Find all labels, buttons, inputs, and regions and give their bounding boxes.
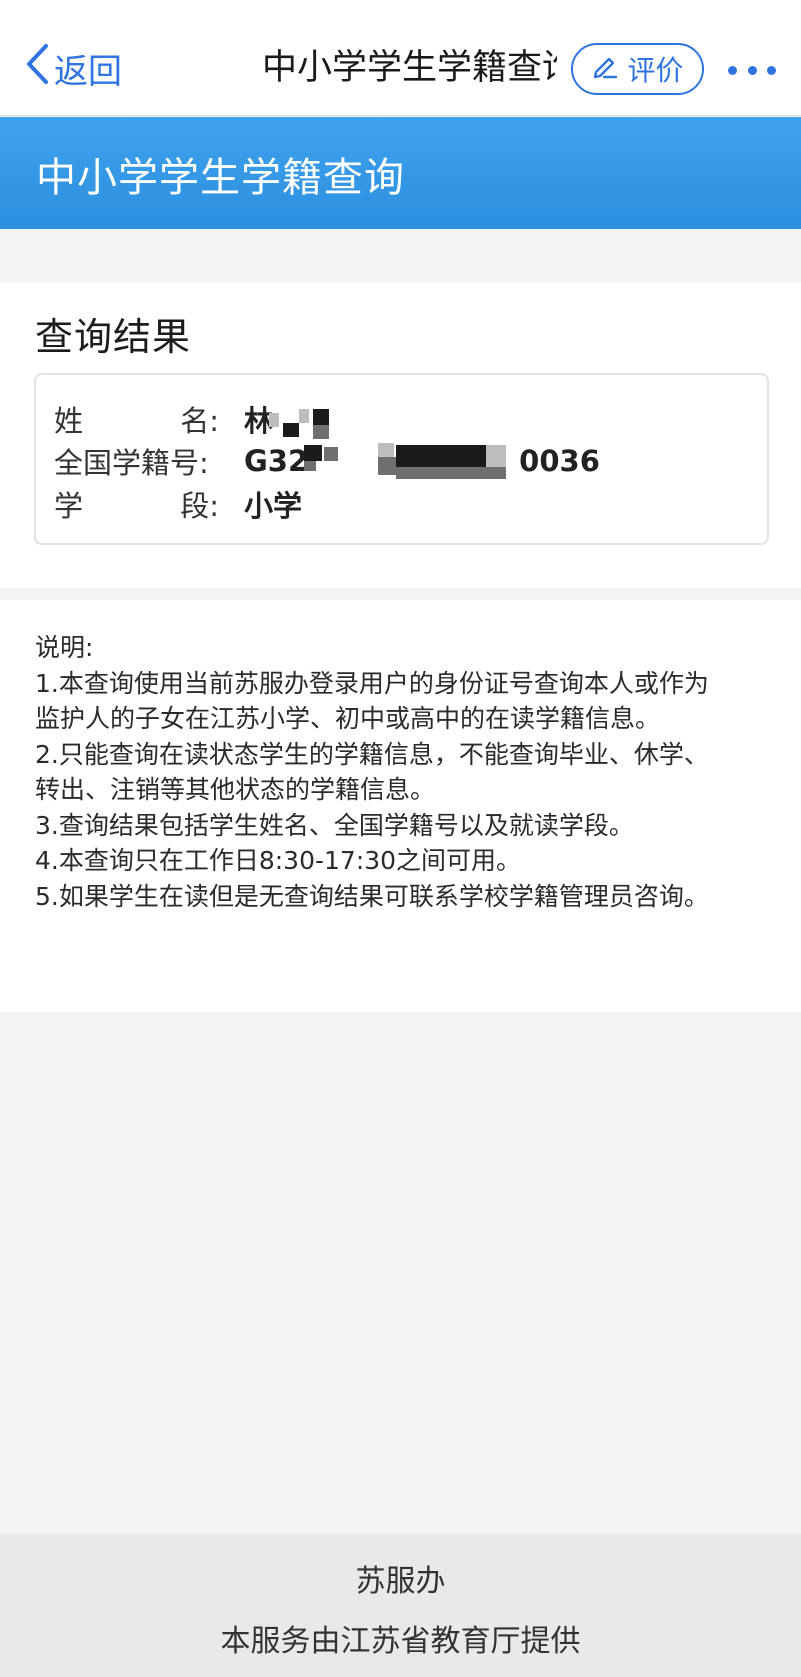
result-heading: 查询结果 <box>35 315 192 359</box>
footer-brand: 苏服办 <box>355 1564 446 1599</box>
back-button[interactable]: 返回 <box>24 40 122 96</box>
description-title: 说明: <box>35 633 94 662</box>
field-row-stage: 学 段: 小学 <box>54 482 302 526</box>
description-line: 5.如果学生在读但是无查询结果可联系学校学籍管理员咨询。 <box>35 881 709 911</box>
field-label-name: 姓 名: <box>54 404 219 438</box>
field-value-name: 林 <box>244 398 330 440</box>
nav-title: 中小学学生学籍查询 <box>262 48 557 88</box>
result-card: 姓 名: 林 全国学籍号: G32 0036 学 段: 小学 <box>34 373 769 545</box>
description-panel: 说明: 1.本查询使用当前苏服办登录用户的身份证号查询本人或作为 监护人的子女在… <box>0 600 801 1012</box>
more-dot-icon <box>728 65 737 75</box>
description-line: 4.本查询只在工作日8:30-17:30之间可用。 <box>35 846 522 875</box>
description-line: 监护人的子女在江苏小学、初中或高中的在读学籍信息。 <box>35 704 661 733</box>
field-label-stage: 学 段: <box>54 489 219 523</box>
top-nav-bar: 返回 中小学学生学籍查询 评价 <box>0 0 801 116</box>
footer: 苏服办 本服务由江苏省教育厅提供 <box>0 1534 801 1677</box>
footer-provider: 本服务由江苏省教育厅提供 <box>220 1624 581 1659</box>
more-dot-icon <box>767 65 776 75</box>
more-button[interactable] <box>728 50 776 90</box>
field-label-student-id: 全国学籍号: <box>54 446 209 480</box>
student-id-visible-start: G32 <box>244 444 309 478</box>
page-title: 中小学学生学籍查询 <box>36 155 405 201</box>
field-value-student-id: G32 0036 <box>244 443 600 479</box>
field-value-stage: 小学 <box>244 489 303 523</box>
more-dot-icon <box>747 65 757 75</box>
description-line: 2.只能查询在读状态学生的学籍信息，不能查询毕业、休学、 <box>35 739 709 769</box>
description-line: 1.本查询使用当前苏服办登录用户的身份证号查询本人或作为 <box>35 668 709 698</box>
result-panel: 查询结果 姓 名: 林 全国学籍号: G32 0036 学 段: 小学 <box>0 283 801 588</box>
description-line: 转出、注销等其他状态的学籍信息。 <box>35 775 436 804</box>
chevron-left-icon <box>24 43 50 94</box>
redaction-mosaic <box>304 443 519 479</box>
description-line: 3.查询结果包括学生姓名、全国学籍号以及就读学段。 <box>35 810 634 840</box>
rate-button[interactable]: 评价 <box>571 43 704 95</box>
edit-icon <box>591 52 619 87</box>
redaction-mosaic <box>269 407 330 439</box>
student-id-visible-end: 0036 <box>519 444 600 478</box>
description-text: 说明: 1.本查询使用当前苏服办登录用户的身份证号查询本人或作为 监护人的子女在… <box>35 630 775 914</box>
header-banner: 中小学学生学籍查询 <box>0 117 801 229</box>
rate-label: 评价 <box>627 54 684 87</box>
back-label: 返回 <box>54 51 122 92</box>
field-row-student-id: 全国学籍号: G32 0036 <box>54 439 600 483</box>
field-row-name: 姓 名: 林 <box>54 397 330 441</box>
page: 返回 中小学学生学籍查询 评价 中小学学生学籍查询 查询结果 姓 名: 林 全国… <box>0 0 801 1677</box>
